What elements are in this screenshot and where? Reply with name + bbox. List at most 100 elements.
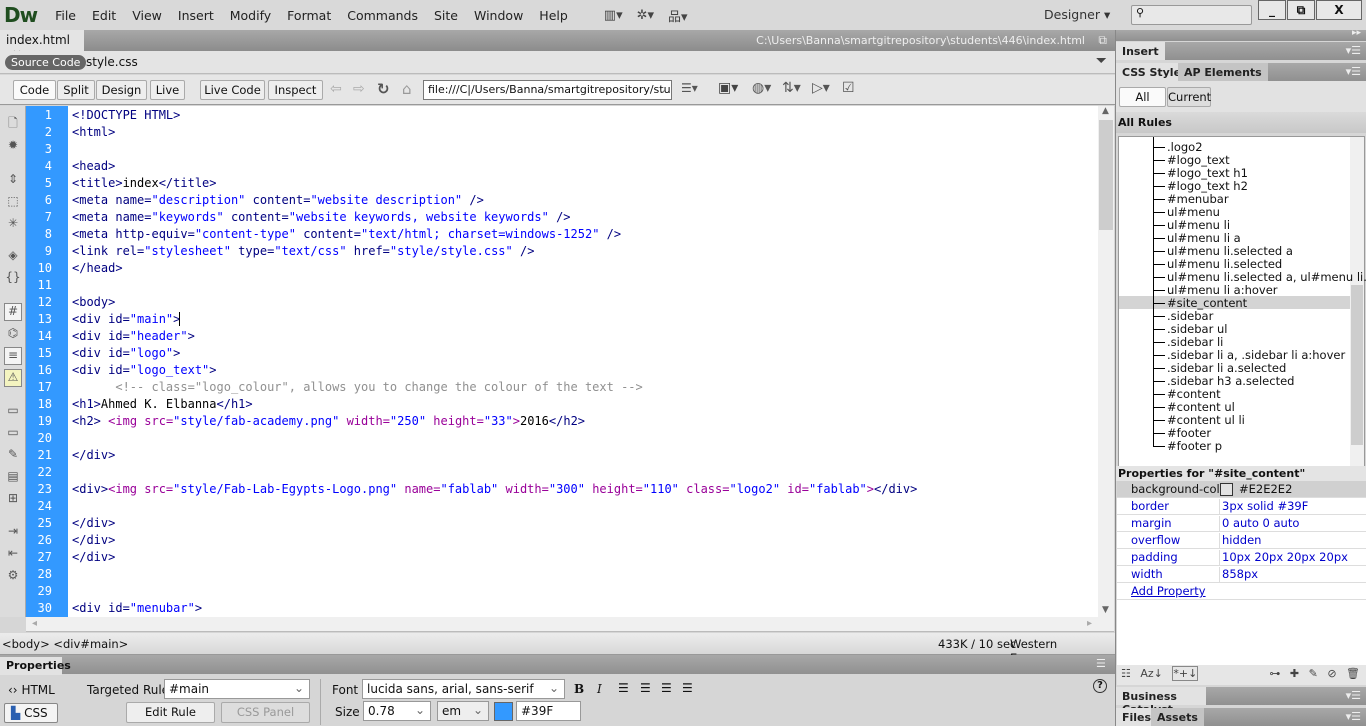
menu-format[interactable]: Format [279,8,339,23]
balance-braces-icon[interactable]: {} [4,270,22,288]
menu-modify[interactable]: Modify [222,8,279,23]
menu-file[interactable]: File [47,8,84,23]
disable-icon[interactable]: ⊘ [1327,667,1336,680]
current-mode-button[interactable]: Current [1167,87,1211,107]
property-value[interactable]: 10px 20px 20px 20px [1219,550,1348,566]
check-page-icon[interactable]: ☑ [842,80,855,96]
tab-insert[interactable]: Insert [1116,42,1165,60]
edit-rule-icon[interactable]: ✎ [1309,667,1318,680]
collapse-selection-icon[interactable]: ⬚ [4,194,22,212]
css-mode-button[interactable]: ▙ CSS [4,703,58,723]
word-wrap-icon[interactable]: ≡ [4,347,22,365]
tab-properties[interactable]: Properties [0,657,71,675]
code-editor[interactable]: <!DOCTYPE HTML> <html> <head> <title>index<… [68,106,1098,617]
select-parent-tag-icon[interactable]: ◈ [4,248,22,266]
unit-select[interactable]: em ⌄ [437,701,489,721]
move-css-icon[interactable]: ⊞ [4,491,22,509]
search-input[interactable]: ⚲ [1131,5,1252,25]
code-line[interactable]: <!DOCTYPE HTML> [72,107,180,124]
menu-commands[interactable]: Commands [339,8,426,23]
back-icon[interactable]: ⇦ [330,81,342,97]
forward-icon[interactable]: ⇨ [353,81,365,97]
color-swatch[interactable] [1220,483,1233,496]
attach-style-icon[interactable]: ⊶ [1269,667,1280,680]
tab-index-html[interactable]: index.html × [0,30,84,61]
outdent-icon[interactable]: ⇤ [4,546,22,564]
font-select[interactable]: lucida sans, arial, sans-serif ⌄ [362,679,565,699]
refresh-icon[interactable]: ↻ [377,80,390,98]
recent-snippets-icon[interactable]: ▤ [4,469,22,487]
close-window-button[interactable]: X [1316,0,1362,20]
code-line[interactable]: <div id="main"> [72,311,181,328]
align-center-icon[interactable]: ☰ [640,681,651,695]
code-line[interactable]: <html> [72,124,115,141]
tag-selector[interactable]: <body> <div#main> [2,637,128,651]
css-rule[interactable]: #footer p [1152,440,1222,453]
menu-window[interactable]: Window [466,8,531,23]
scroll-thumb[interactable] [1099,120,1113,230]
scroll-down-icon[interactable]: ▼ [1102,605,1109,615]
code-line[interactable]: <title>index</title> [72,175,217,192]
property-row[interactable]: border 3px solid #39F [1117,498,1366,515]
property-value[interactable]: hidden [1219,533,1261,549]
preview-browser-icon[interactable]: ◍▾ [752,80,771,96]
syntax-error-icon[interactable]: ⚠ [4,369,22,387]
scroll-up-icon[interactable]: ▲ [1102,106,1109,116]
tab-assets[interactable]: Assets [1151,708,1204,726]
align-right-icon[interactable]: ☰ [661,681,672,695]
property-row[interactable]: overflow hidden [1117,532,1366,549]
property-row[interactable]: padding 10px 20px 20px 20px [1117,549,1366,566]
menu-view[interactable]: View [124,8,170,23]
code-line[interactable]: </div> [72,532,115,549]
code-line[interactable]: <h1>Ahmed K. Elbanna</h1> [72,396,253,413]
code-line[interactable]: </div> [72,549,115,566]
panel-menu-icon[interactable]: ▾☰ [1346,710,1361,723]
scroll-left-icon[interactable]: ◂ [32,618,37,629]
bold-button[interactable]: B [574,682,584,696]
show-category-icon[interactable]: ☷ [1121,667,1131,680]
html-mode-button[interactable]: ‹› HTML [8,683,55,697]
panel-collapse-bar[interactable]: ▸▸ [1116,28,1366,41]
italic-button[interactable]: I [597,682,602,696]
tab-ap-elements[interactable]: AP Elements [1178,63,1268,81]
live-code-button[interactable]: Live Code [200,80,265,100]
code-view-button[interactable]: Code [13,80,56,100]
line-numbers-icon[interactable]: # [4,303,22,321]
collapse-tag-icon[interactable]: ⇕ [4,172,22,190]
size-select[interactable]: 0.78 ⌄ [363,701,431,721]
add-property-link[interactable]: Add Property [1131,584,1206,598]
gear-icon[interactable]: ✲▾ [637,8,654,23]
tab-business-catalyst[interactable]: Business Catalyst [1116,687,1206,716]
justify-icon[interactable]: ☰ [682,681,693,695]
panel-menu-icon[interactable]: ▾☰ [1346,44,1361,57]
sort-az-icon[interactable]: Az↓ [1140,667,1163,680]
all-mode-button[interactable]: All [1119,87,1166,107]
scroll-right-icon[interactable]: ▸ [1087,618,1092,629]
related-source-code[interactable]: Source Code [5,55,87,70]
layout-icon[interactable]: ▥▾ [604,8,623,23]
property-value[interactable]: 858px [1219,567,1258,583]
panel-menu-icon[interactable]: ☰ [1096,657,1106,670]
help-icon[interactable]: ? [1093,679,1107,693]
show-code-navigator-icon[interactable]: ✹ [4,138,22,156]
menu-site[interactable]: Site [426,8,466,23]
targeted-rule-select[interactable]: #main ⌄ [164,679,310,699]
rules-scrollbar[interactable] [1350,137,1364,468]
property-row[interactable]: background-color #E2E2E2 [1117,481,1366,498]
multiscreen-icon[interactable]: ▣▾ [718,80,738,96]
code-line[interactable]: <meta name="keywords" content="website k… [72,209,571,226]
code-line[interactable]: <link rel="stylesheet" type="text/css" h… [72,243,534,260]
code-line[interactable]: <div id="logo"> [72,345,180,362]
property-value[interactable]: 3px solid #39F [1219,499,1308,515]
home-icon[interactable]: ⌂ [402,80,412,98]
menu-insert[interactable]: Insert [170,8,222,23]
open-documents-icon[interactable]: 🗋 [4,114,22,132]
code-line[interactable]: <body> [72,294,115,311]
code-line[interactable]: <div><img src="style/Fab-Lab-Egypts-Logo… [72,481,917,498]
code-line[interactable]: <!-- class="logo_colour", allows you to … [72,379,642,396]
menu-help[interactable]: Help [531,8,576,23]
code-line[interactable]: <h2> <img src="style/fab-academy.png" wi… [72,413,585,430]
code-line[interactable]: </div> [72,447,115,464]
code-line[interactable]: <head> [72,158,115,175]
collapse-icon[interactable]: ▸▸ [1352,28,1361,38]
